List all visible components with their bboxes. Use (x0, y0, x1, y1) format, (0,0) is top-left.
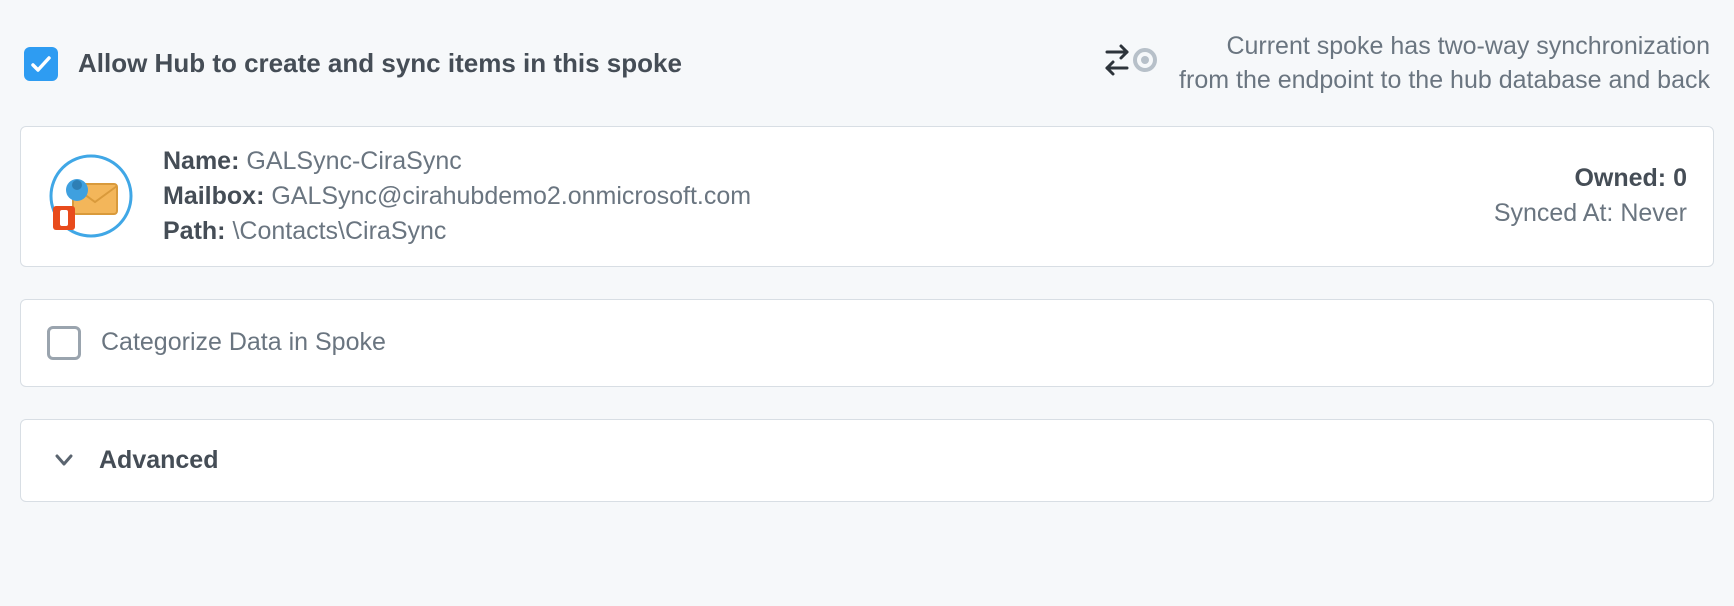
spoke-mailbox-value: GALSync@cirahubdemo2.onmicrosoft.com (271, 182, 751, 210)
spoke-owned-value: 0 (1673, 164, 1687, 192)
spoke-synced-row: Synced At: Never (1494, 199, 1687, 228)
advanced-label: Advanced (99, 446, 218, 475)
allow-sync-checkbox[interactable] (24, 47, 58, 81)
two-way-sync-icon (1103, 40, 1157, 87)
spoke-owned-label: Owned: (1574, 164, 1666, 192)
allow-sync-label: Allow Hub to create and sync items in th… (78, 48, 682, 79)
spoke-synced-value: Never (1620, 199, 1687, 227)
spoke-name-row: Name: GALSync-CiraSync (163, 147, 1466, 176)
allow-sync-option: Allow Hub to create and sync items in th… (24, 47, 682, 81)
mailbox-contacts-icon (47, 152, 135, 240)
spoke-info-right: Owned: 0 Synced At: Never (1494, 164, 1687, 228)
spoke-info-main: Name: GALSync-CiraSync Mailbox: GALSync@… (163, 147, 1466, 246)
sync-mode-line1: Current spoke has two-way synchronizatio… (1179, 30, 1710, 64)
spoke-path-label: Path: (163, 217, 226, 245)
spoke-path-row: Path: \Contacts\CiraSync (163, 217, 1466, 246)
spoke-info-card: Name: GALSync-CiraSync Mailbox: GALSync@… (20, 126, 1714, 267)
spoke-name-value: GALSync-CiraSync (246, 147, 461, 175)
spoke-path-value: \Contacts\CiraSync (232, 217, 446, 245)
spoke-synced-label: Synced At: (1494, 199, 1614, 227)
sync-mode-line2: from the endpoint to the hub database an… (1179, 64, 1710, 98)
categorize-checkbox[interactable] (47, 326, 81, 360)
spoke-mailbox-row: Mailbox: GALSync@cirahubdemo2.onmicrosof… (163, 182, 1466, 211)
sync-mode-description: Current spoke has two-way synchronizatio… (1179, 30, 1710, 98)
chevron-down-icon (53, 449, 75, 471)
sync-mode-indicator: Current spoke has two-way synchronizatio… (1103, 30, 1710, 98)
spoke-settings-panel: Allow Hub to create and sync items in th… (0, 0, 1734, 554)
spoke-mailbox-label: Mailbox: (163, 182, 264, 210)
categorize-label: Categorize Data in Spoke (101, 328, 386, 357)
check-icon (29, 52, 53, 76)
top-row: Allow Hub to create and sync items in th… (24, 30, 1710, 98)
spoke-owned-row: Owned: 0 (1494, 164, 1687, 193)
spoke-name-label: Name: (163, 147, 239, 175)
categorize-card: Categorize Data in Spoke (20, 299, 1714, 387)
advanced-section[interactable]: Advanced (20, 419, 1714, 502)
